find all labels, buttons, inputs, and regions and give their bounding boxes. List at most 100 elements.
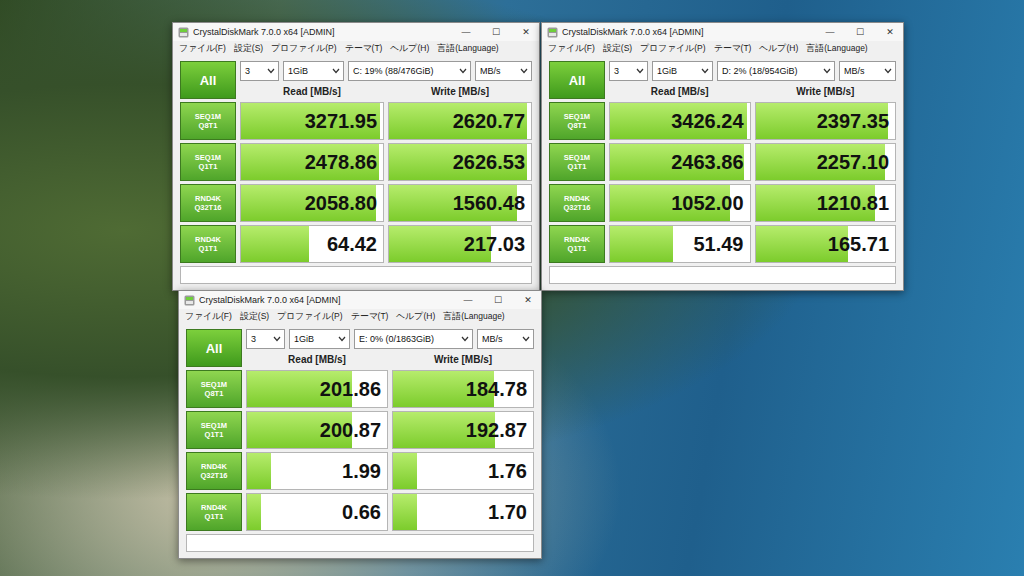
test-button[interactable]: SEQ1MQ8T1 [549, 102, 605, 140]
write-cell: 2626.53 [388, 143, 532, 181]
value-text: 192.87 [466, 419, 533, 442]
benchmark-panel: All31GiBC: 19% (88/476GiB)MB/s Read [MB/s… [173, 58, 539, 290]
test-button[interactable]: SEQ1MQ1T1 [549, 143, 605, 181]
menu-item[interactable]: テーマ(T) [714, 43, 752, 55]
drive-select[interactable]: D: 2% (18/954GiB) [717, 61, 835, 81]
value-text: 2058.80 [305, 192, 383, 215]
size-select[interactable]: 1GiB [283, 61, 344, 81]
menu-item[interactable]: ヘルプ(H) [396, 311, 435, 323]
title-button[interactable]: ☐ [485, 295, 511, 305]
read-cell: 3271.95 [240, 102, 384, 140]
menu-item[interactable]: テーマ(T) [345, 43, 383, 55]
menu-bar: ファイル(F) 設定(S) プロファイル(P) テーマ(T) ヘルプ(H) 言語(Lang… [173, 41, 539, 58]
comment-field[interactable] [180, 266, 532, 284]
test-button[interactable]: SEQ1MQ1T1 [180, 143, 236, 181]
desktop: CrystalDiskMark 7.0.0 x64 [ADMIN] — ☐ ✕ ファイル… [0, 0, 1024, 576]
test-button[interactable]: SEQ1MQ1T1 [186, 411, 242, 449]
all-button[interactable]: All [549, 61, 605, 99]
menu-item[interactable]: 設定(S) [234, 43, 263, 55]
value-text: 200.87 [320, 419, 387, 442]
value-text: 0.66 [342, 501, 387, 524]
unit-select[interactable]: MB/s [839, 61, 896, 81]
value-text: 64.42 [327, 233, 383, 256]
count-select[interactable]: 3 [240, 61, 279, 81]
menu-item[interactable]: ヘルプ(H) [390, 43, 429, 55]
menu-item[interactable]: 言語(Language) [437, 43, 498, 55]
window-title: CrystalDiskMark 7.0.0 x64 [ADMIN] [199, 295, 451, 305]
chevron-down-icon [823, 68, 831, 74]
menu-item[interactable]: プロファイル(P) [271, 43, 336, 55]
test-button[interactable]: RND4KQ32T16 [549, 184, 605, 222]
title-button[interactable]: ☐ [847, 27, 873, 37]
title-bar[interactable]: CrystalDiskMark 7.0.0 x64 [ADMIN] — ☐ ✕ [179, 291, 541, 309]
read-cell: 1052.00 [609, 184, 751, 222]
app-window[interactable]: CrystalDiskMark 7.0.0 x64 [ADMIN]—☐✕ファイル… [172, 22, 540, 291]
value-text: 2626.53 [453, 151, 531, 174]
value-text: 1.70 [488, 501, 533, 524]
count-select[interactable]: 3 [246, 329, 285, 349]
level-bar [247, 494, 261, 530]
menu-item[interactable]: プロファイル(P) [640, 43, 705, 55]
title-button[interactable]: ☐ [483, 27, 509, 37]
test-button[interactable]: RND4KQ32T16 [180, 184, 236, 222]
chevron-down-icon [273, 336, 281, 342]
drive-select[interactable]: C: 19% (88/476GiB) [348, 61, 471, 81]
menu-item[interactable]: ファイル(F) [548, 43, 595, 55]
app-window[interactable]: CrystalDiskMark 7.0.0 x64 [ADMIN] — ☐ ✕ ファイル… [178, 290, 542, 559]
menu-item[interactable]: ファイル(F) [185, 311, 232, 323]
menu-item[interactable]: 設定(S) [240, 311, 269, 323]
all-button[interactable]: All [180, 61, 236, 99]
menu-item[interactable]: 設定(S) [603, 43, 632, 55]
comment-field[interactable] [186, 534, 534, 552]
menu-item[interactable]: ヘルプ(H) [759, 43, 798, 55]
unit-select[interactable]: MB/s [477, 329, 534, 349]
chevron-down-icon [884, 68, 892, 74]
test-button[interactable]: SEQ1MQ8T1 [180, 102, 236, 140]
title-button[interactable]: ✕ [513, 27, 539, 37]
menu-item[interactable]: 言語(Language) [806, 43, 867, 55]
write-cell: 165.71 [755, 225, 897, 263]
app-window[interactable]: CrystalDiskMark 7.0.0 x64 [ADMIN]—☐✕ファイル… [541, 22, 904, 291]
write-cell: 192.87 [392, 411, 534, 449]
read-cell: 2463.86 [609, 143, 751, 181]
read-cell: 0.66 [246, 493, 388, 531]
title-button[interactable]: ✕ [515, 295, 541, 305]
menu-item[interactable]: プロファイル(P) [277, 311, 342, 323]
test-button[interactable]: SEQ1MQ8T1 [186, 370, 242, 408]
read-cell: 1.99 [246, 452, 388, 490]
title-bar[interactable]: CrystalDiskMark 7.0.0 x64 [ADMIN]—☐✕ [173, 23, 539, 41]
title-bar[interactable]: CrystalDiskMark 7.0.0 x64 [ADMIN]—☐✕ [542, 23, 903, 41]
menu-item[interactable]: ファイル(F) [179, 43, 226, 55]
size-select[interactable]: 1GiB [289, 329, 350, 349]
read-cell: 2478.86 [240, 143, 384, 181]
column-header: Read [MB/s] [240, 84, 384, 99]
write-cell: 1.70 [392, 493, 534, 531]
value-text: 2397.35 [817, 110, 895, 133]
menu-item[interactable]: 言語(Language) [443, 311, 504, 323]
test-button[interactable]: RND4KQ1T1 [180, 225, 236, 263]
all-button[interactable]: All [186, 329, 242, 367]
test-button[interactable]: RND4KQ1T1 [186, 493, 242, 531]
comment-field[interactable] [549, 266, 896, 284]
write-cell: 2397.35 [755, 102, 897, 140]
test-button[interactable]: RND4KQ1T1 [549, 225, 605, 263]
chevron-down-icon [522, 336, 530, 342]
title-button[interactable]: — [817, 27, 843, 37]
menu-item[interactable]: テーマ(T) [351, 311, 389, 323]
unit-select[interactable]: MB/s [475, 61, 532, 81]
value-text: 51.49 [693, 233, 749, 256]
title-button[interactable]: ✕ [877, 27, 903, 37]
title-button[interactable]: — [453, 27, 479, 37]
read-cell: 51.49 [609, 225, 751, 263]
size-select[interactable]: 1GiB [652, 61, 713, 81]
value-text: 1.99 [342, 460, 387, 483]
value-text: 1052.00 [671, 192, 749, 215]
value-text: 217.03 [464, 233, 531, 256]
level-bar [247, 453, 271, 489]
title-button[interactable]: — [455, 295, 481, 305]
test-button[interactable]: RND4KQ32T16 [186, 452, 242, 490]
drive-select[interactable]: E: 0% (0/1863GiB) [354, 329, 473, 349]
value-text: 3271.95 [305, 110, 383, 133]
count-select[interactable]: 3 [609, 61, 648, 81]
value-text: 1210.81 [817, 192, 895, 215]
